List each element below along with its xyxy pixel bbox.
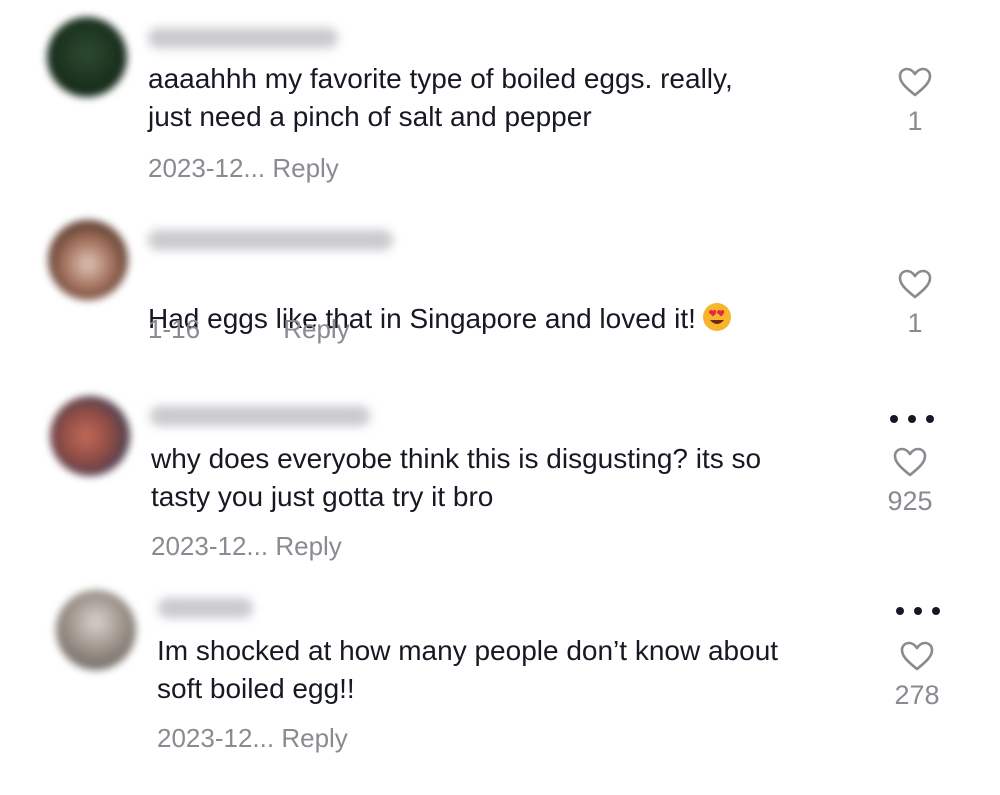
heart-outline-icon[interactable] (897, 268, 933, 300)
avatar[interactable] (56, 590, 136, 670)
more-dot (926, 415, 934, 423)
avatar[interactable] (47, 17, 127, 97)
heart-outline-icon[interactable] (897, 66, 933, 98)
comment-meta: 2023-12... Reply (157, 723, 348, 754)
like-button[interactable]: 1 (880, 66, 950, 137)
heart-outline-icon[interactable] (892, 446, 928, 478)
comment-date: 2023-12... (157, 723, 275, 753)
reply-button[interactable]: Reply (272, 153, 338, 184)
more-dot (932, 607, 940, 615)
like-button[interactable]: 278 (882, 640, 952, 711)
like-button[interactable]: 925 (875, 446, 945, 517)
reply-button[interactable]: Reply (283, 314, 349, 345)
reply-button[interactable]: Reply (275, 531, 341, 562)
comment-text: why does everyobe think this is disgusti… (151, 443, 762, 512)
username[interactable] (148, 28, 338, 48)
more-dot (914, 607, 922, 615)
comment-date: 1-16 (148, 314, 201, 344)
comment-text: Im shocked at how many people don’t know… (157, 635, 779, 704)
comment-meta: 2023-12... Reply (151, 531, 342, 562)
more-dot (908, 415, 916, 423)
username[interactable] (158, 598, 253, 618)
comment-meta: 2023-12... Reply (148, 153, 339, 184)
comment-meta: 1-16 Reply (148, 314, 350, 345)
more-dot (896, 607, 904, 615)
username[interactable] (150, 406, 370, 426)
comment-text: aaaahhh my favorite type of boiled eggs.… (148, 63, 733, 132)
heart-outline-icon[interactable] (899, 640, 935, 672)
like-button[interactable]: 1 (880, 268, 950, 339)
avatar[interactable] (50, 396, 130, 476)
heart-eyes-emoji-icon (702, 303, 731, 331)
like-count: 1 (907, 106, 923, 136)
more-dot (890, 415, 898, 423)
comment-date: 2023-12... (151, 531, 269, 561)
reply-button[interactable]: Reply (281, 723, 347, 754)
more-options-button[interactable] (896, 606, 940, 616)
like-count: 925 (887, 486, 933, 516)
like-count: 1 (907, 308, 923, 338)
more-options-button[interactable] (890, 414, 934, 424)
like-count: 278 (894, 680, 940, 710)
username[interactable] (148, 230, 393, 250)
avatar[interactable] (48, 220, 128, 300)
comment-date: 2023-12... (148, 153, 266, 183)
